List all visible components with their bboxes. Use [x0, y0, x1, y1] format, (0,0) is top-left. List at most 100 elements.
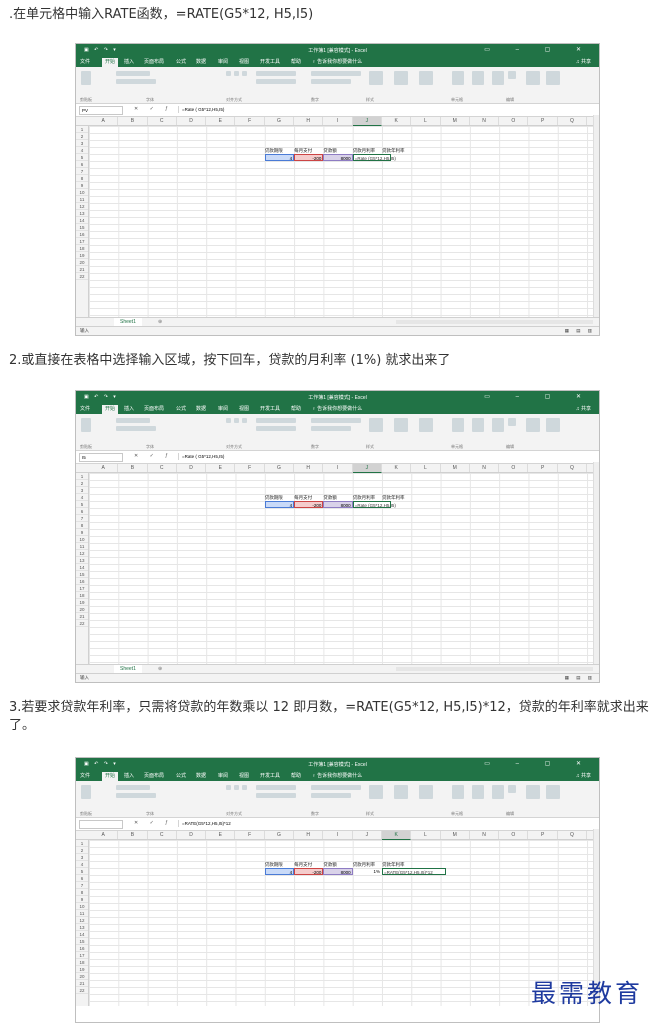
row-header[interactable]: 15 — [76, 938, 88, 945]
column-header[interactable]: H — [294, 117, 324, 125]
row-header[interactable]: 13 — [76, 210, 88, 217]
ribbon-command-icon[interactable] — [256, 785, 296, 790]
row-header[interactable]: 17 — [76, 585, 88, 592]
ribbon-command-icon[interactable] — [256, 426, 296, 431]
ribbon-tab[interactable]: 视图 — [239, 405, 249, 412]
ribbon-command-icon[interactable] — [492, 71, 504, 85]
column-header[interactable]: L — [411, 464, 441, 472]
ribbon-tab[interactable]: 数据 — [196, 58, 206, 65]
ribbon-tab[interactable]: 开始 — [102, 772, 119, 781]
column-header[interactable]: E — [206, 831, 236, 839]
row-header[interactable]: 12 — [76, 917, 88, 924]
row-header[interactable]: 3 — [76, 140, 88, 147]
cell-j5-editing[interactable]: =Rate (G5*12,H5,I5) — [352, 501, 396, 508]
row-header[interactable]: 8 — [76, 522, 88, 529]
ribbon-command-icon[interactable] — [81, 785, 91, 799]
cell-i5[interactable]: 8000 — [323, 868, 353, 875]
ribbon-command-icon[interactable] — [256, 793, 296, 798]
column-header[interactable]: C — [148, 464, 177, 472]
row-header[interactable]: 20 — [76, 973, 88, 980]
name-box[interactable] — [79, 820, 123, 829]
ribbon-command-icon[interactable] — [116, 785, 150, 790]
column-header[interactable]: G — [265, 117, 295, 125]
ribbon-command-icon[interactable] — [394, 785, 408, 799]
row-header[interactable]: 11 — [76, 196, 88, 203]
column-header[interactable]: I — [323, 117, 353, 125]
ribbon-command-icon[interactable] — [234, 418, 239, 423]
column-header[interactable]: H — [294, 831, 324, 839]
row-header[interactable]: 14 — [76, 217, 88, 224]
tell-me-search[interactable]: ♀ 告诉我你想要做什么 — [312, 405, 362, 412]
column-header[interactable]: F — [236, 117, 265, 125]
ribbon-command-icon[interactable] — [452, 418, 464, 432]
row-header[interactable]: 12 — [76, 550, 88, 557]
view-controls[interactable]: ▦ ▤ ▥ — [565, 328, 595, 334]
vertical-scrollbar[interactable] — [593, 115, 599, 317]
window-controls[interactable]: ▭ – ▢ ✕ — [484, 46, 593, 53]
row-header[interactable]: 22 — [76, 620, 88, 627]
row-header[interactable]: 6 — [76, 508, 88, 515]
row-header[interactable]: 2 — [76, 847, 88, 854]
ribbon-command-icon[interactable] — [242, 418, 247, 423]
horizontal-scrollbar[interactable] — [396, 667, 593, 671]
cell-area[interactable]: 贷款期限 每月支付 贷款额 贷款月利率 贷款年利率 4 -200 8000 =Rate (G5*… — [89, 126, 599, 319]
column-header[interactable]: J — [352, 464, 382, 473]
ribbon-tab[interactable]: 页面布局 — [144, 58, 164, 65]
ribbon-command-icon[interactable] — [394, 418, 408, 432]
ribbon-command-icon[interactable] — [369, 71, 383, 85]
cell-h5[interactable]: -200 — [294, 154, 324, 161]
column-header[interactable]: C — [148, 117, 177, 125]
column-header[interactable]: M — [441, 831, 470, 839]
share-button[interactable]: ♫ 共享 — [576, 405, 591, 412]
row-header[interactable]: 9 — [76, 529, 88, 536]
ribbon-tab[interactable]: 插入 — [124, 405, 134, 412]
header-cell-annual-rate[interactable]: 贷款年利率 — [382, 494, 411, 501]
row-header[interactable]: 5 — [76, 501, 88, 508]
cell-g5[interactable]: 4 — [264, 154, 295, 161]
ribbon-command-icon[interactable] — [546, 785, 560, 799]
ribbon-command-icon[interactable] — [472, 418, 484, 432]
column-header[interactable]: K — [382, 831, 412, 840]
add-sheet-icon[interactable]: ⊕ — [158, 318, 162, 326]
header-cell-monthly-payment[interactable]: 每月支付 — [294, 494, 323, 501]
cell-j5-result[interactable]: 1% — [353, 868, 382, 875]
column-header[interactable]: Q — [558, 117, 588, 125]
column-header[interactable]: B — [118, 464, 148, 472]
ribbon-command-icon[interactable] — [419, 785, 433, 799]
ribbon-command-icon[interactable] — [242, 71, 247, 76]
column-header[interactable]: Q — [558, 464, 588, 472]
row-header[interactable]: 17 — [76, 952, 88, 959]
row-header[interactable]: 4 — [76, 861, 88, 868]
cell-g5[interactable]: 4 — [264, 501, 295, 508]
formula-bar-icons[interactable]: ✕ ✓ ƒ — [134, 106, 173, 112]
cell-area[interactable]: 贷款期限 每月支付 贷款额 贷款月利率 贷款年利率 4 -200 8000 1% =RATE(G5… — [89, 840, 599, 1006]
column-header[interactable]: O — [499, 117, 529, 125]
column-header[interactable]: J — [353, 831, 382, 839]
column-header[interactable]: E — [206, 464, 236, 472]
column-header[interactable]: M — [441, 117, 470, 125]
ribbon-tab[interactable]: 公式 — [176, 58, 186, 65]
formula-input[interactable]: =Rate ( G5*12,H5,I5) — [178, 453, 593, 460]
row-header[interactable]: 7 — [76, 168, 88, 175]
ribbon-tab[interactable]: 开始 — [102, 405, 119, 414]
window-controls[interactable]: ▭ – ▢ ✕ — [484, 393, 593, 400]
ribbon-tab[interactable]: 页面布局 — [144, 405, 164, 412]
ribbon-command-icon[interactable] — [234, 785, 239, 790]
row-header[interactable]: 19 — [76, 599, 88, 606]
ribbon-command-icon[interactable] — [226, 785, 231, 790]
ribbon-tab[interactable]: 审阅 — [218, 405, 228, 412]
header-cell-annual-rate[interactable]: 贷款年利率 — [382, 861, 411, 868]
row-header[interactable]: 18 — [76, 592, 88, 599]
header-cell-loan-term[interactable]: 贷款期限 — [265, 494, 294, 501]
row-header[interactable]: 21 — [76, 613, 88, 620]
ribbon-command-icon[interactable] — [452, 785, 464, 799]
header-cell-monthly-rate[interactable]: 贷款月利率 — [353, 861, 382, 868]
ribbon-tab[interactable]: 视图 — [239, 772, 249, 779]
column-header[interactable]: B — [118, 117, 148, 125]
column-header[interactable]: K — [382, 464, 412, 472]
column-header[interactable]: L — [411, 117, 441, 125]
ribbon-command-icon[interactable] — [508, 418, 516, 426]
share-button[interactable]: ♫ 共享 — [576, 58, 591, 65]
column-header[interactable]: B — [118, 831, 148, 839]
ribbon-tab[interactable]: 审阅 — [218, 58, 228, 65]
